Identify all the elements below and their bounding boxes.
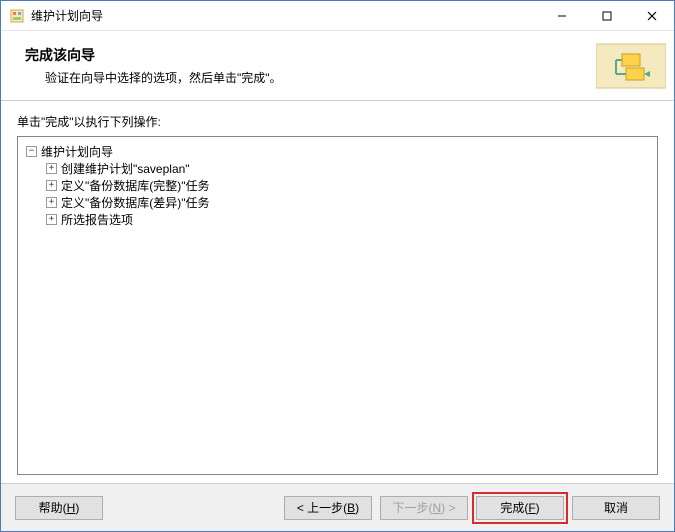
- tree-child-node[interactable]: + 所选报告选项: [46, 211, 653, 228]
- tree-child-label: 创建维护计划"saveplan": [61, 160, 190, 177]
- header-text: 完成该向导 验证在向导中选择的选项，然后单击"完成"。: [25, 45, 596, 86]
- tree-root-label: 维护计划向导: [41, 143, 113, 160]
- back-button[interactable]: < 上一步(B): [284, 496, 372, 520]
- expand-icon[interactable]: +: [46, 214, 57, 225]
- expand-icon[interactable]: +: [46, 163, 57, 174]
- instruction-label: 单击"完成"以执行下列操作:: [17, 113, 658, 130]
- help-button[interactable]: 帮助(H): [15, 496, 103, 520]
- header-title: 完成该向导: [25, 45, 596, 65]
- close-button[interactable]: [629, 1, 674, 30]
- content-area: 单击"完成"以执行下列操作: − 维护计划向导 + 创建维护计划"savepla…: [1, 101, 674, 483]
- tree-child-node[interactable]: + 创建维护计划"saveplan": [46, 160, 653, 177]
- maximize-button[interactable]: [584, 1, 629, 30]
- tree-root-node[interactable]: − 维护计划向导: [26, 143, 653, 160]
- minimize-button[interactable]: [539, 1, 584, 30]
- collapse-icon[interactable]: −: [26, 146, 37, 157]
- finish-button[interactable]: 完成(F): [476, 496, 564, 520]
- button-bar: 帮助(H) < 上一步(B) 下一步(N) > 完成(F) 取消: [1, 483, 674, 531]
- summary-tree[interactable]: − 维护计划向导 + 创建维护计划"saveplan" + 定义"备份数据库(完…: [17, 136, 658, 475]
- window-title: 维护计划向导: [31, 7, 539, 24]
- cancel-button[interactable]: 取消: [572, 496, 660, 520]
- tree-child-node[interactable]: + 定义"备份数据库(差异)"任务: [46, 194, 653, 211]
- expand-icon[interactable]: +: [46, 180, 57, 191]
- tree-child-label: 定义"备份数据库(完整)"任务: [61, 177, 210, 194]
- app-icon: [9, 8, 25, 24]
- header-graphic: [596, 38, 666, 94]
- titlebar: 维护计划向导: [1, 1, 674, 31]
- next-button: 下一步(N) >: [380, 496, 468, 520]
- tree-child-label: 定义"备份数据库(差异)"任务: [61, 194, 210, 211]
- tree-child-label: 所选报告选项: [61, 211, 133, 228]
- header-subtitle: 验证在向导中选择的选项，然后单击"完成"。: [25, 69, 596, 86]
- expand-icon[interactable]: +: [46, 197, 57, 208]
- wizard-window: 维护计划向导 完成该向导 验证在向导中选择的选项，然后单击"完成"。: [0, 0, 675, 532]
- tree-child-node[interactable]: + 定义"备份数据库(完整)"任务: [46, 177, 653, 194]
- wizard-header: 完成该向导 验证在向导中选择的选项，然后单击"完成"。: [1, 31, 674, 101]
- window-controls: [539, 1, 674, 30]
